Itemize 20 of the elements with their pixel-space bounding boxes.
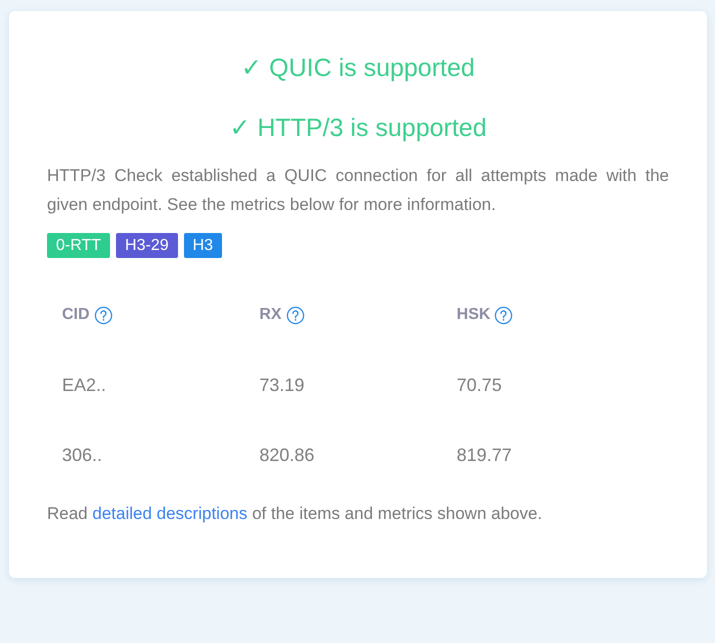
table-cell-text: 73.19 bbox=[259, 374, 306, 396]
descriptions-link[interactable]: detailed descriptions bbox=[92, 504, 248, 523]
result-heading: ✓ QUIC is supported bbox=[240, 53, 476, 84]
table-cell-text: 306.. bbox=[62, 444, 104, 466]
column-header: RX bbox=[259, 306, 282, 324]
protocol-tag: 0-RTT bbox=[47, 233, 110, 258]
summary-text: HTTP/3 Check established a QUIC connection for all attempts made with the given endpoint. See the metrics below for more information. bbox=[47, 165, 669, 216]
protocol-tag: H3 bbox=[184, 233, 222, 258]
protocol-tag: H3-29 bbox=[116, 233, 178, 258]
footer-text: Read detailed descriptions of the items and metrics shown above. bbox=[47, 504, 544, 524]
table-cell-text: 819.77 bbox=[456, 444, 513, 466]
column-header: HSK bbox=[456, 306, 490, 324]
help-icon[interactable] bbox=[286, 306, 305, 324]
result-heading: ✓ HTTP/3 is supported bbox=[228, 113, 488, 144]
table-cell-text: EA2.. bbox=[62, 374, 108, 396]
column-header: CID bbox=[62, 306, 90, 324]
table-cell-text: 820.86 bbox=[259, 444, 316, 466]
table-cell-text: 70.75 bbox=[456, 374, 503, 396]
help-icon[interactable] bbox=[94, 306, 113, 324]
help-icon[interactable] bbox=[494, 306, 514, 324]
